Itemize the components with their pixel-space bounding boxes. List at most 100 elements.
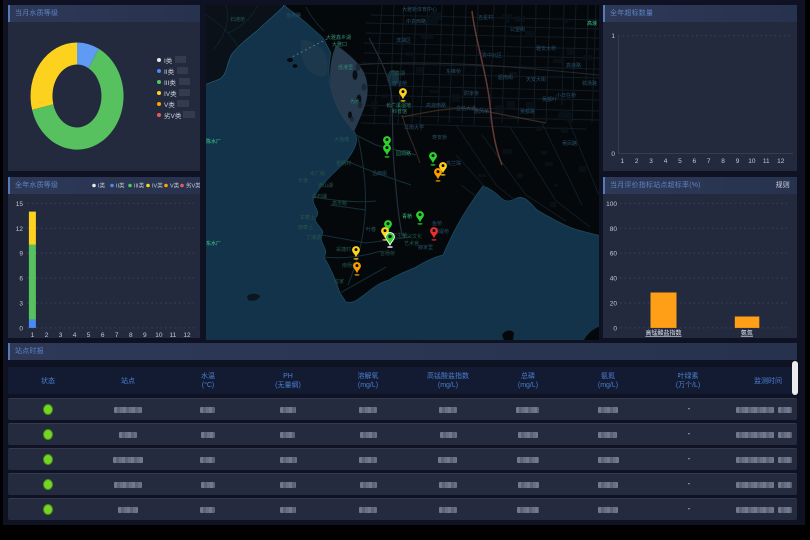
svg-text:超南街: 超南街	[498, 74, 513, 81]
svg-text:V类: V类	[170, 182, 180, 190]
svg-text:科普馆: 科普馆	[392, 108, 407, 115]
svg-text:滨湖区: 滨湖区	[396, 37, 411, 44]
svg-text:水厂峪: 水厂峪	[310, 170, 325, 177]
svg-text:7: 7	[115, 332, 119, 338]
svg-text:白石磯: 白石磯	[312, 193, 327, 200]
svg-text:中袁西路: 中袁西路	[406, 18, 426, 25]
svg-text:IV类: IV类	[164, 89, 177, 98]
svg-text:重杨村: 重杨村	[336, 160, 351, 167]
svg-text:高市略: 高市略	[332, 200, 347, 207]
svg-text:小日在桥: 小日在桥	[556, 92, 576, 99]
svg-text:I类: I类	[98, 182, 106, 190]
svg-text:80: 80	[610, 226, 618, 233]
svg-text:V类: V类	[164, 100, 175, 109]
svg-text:0: 0	[19, 326, 23, 333]
svg-text:12: 12	[183, 332, 191, 338]
svg-text:大渔: 大渔	[298, 177, 308, 184]
svg-text:袁中北区: 袁中北区	[482, 52, 502, 59]
svg-text:石滩桥: 石滩桥	[230, 16, 245, 23]
svg-text:园润路: 园润路	[396, 150, 411, 157]
svg-text:高浪西路: 高浪西路	[426, 102, 446, 109]
svg-text:南泰上: 南泰上	[298, 224, 313, 231]
svg-text:11: 11	[170, 332, 177, 338]
svg-text:6: 6	[19, 276, 23, 283]
svg-text:劣V类: 劣V类	[164, 111, 182, 120]
svg-text:9: 9	[19, 251, 23, 258]
svg-text:劣V类: 劣V类	[186, 182, 200, 190]
svg-text:5: 5	[678, 158, 682, 165]
svg-text:III类: III类	[134, 182, 145, 190]
svg-text:立信大道: 立信大道	[456, 105, 476, 112]
svg-text:60: 60	[610, 251, 618, 258]
svg-text:吉杨桥: 吉杨桥	[380, 250, 395, 257]
svg-text:2: 2	[635, 158, 639, 165]
svg-text:IV类: IV类	[152, 182, 163, 190]
svg-text:大渔塘: 大渔塘	[334, 136, 349, 143]
svg-text:青桥: 青桥	[402, 213, 412, 220]
svg-text:11: 11	[763, 158, 770, 165]
svg-text:高锰酸盐指数: 高锰酸盐指数	[645, 329, 681, 337]
svg-text:渔港路: 渔港路	[286, 12, 301, 19]
svg-text:低港里: 低港里	[338, 64, 353, 71]
svg-text:江南大学: 江南大学	[404, 124, 424, 131]
svg-text:艺术宫: 艺术宫	[404, 240, 419, 247]
svg-text:尉家亲: 尉家亲	[464, 90, 479, 97]
svg-text:12: 12	[777, 158, 785, 165]
svg-text:吴都路: 吴都路	[520, 108, 535, 115]
svg-text:高兰珠: 高兰珠	[446, 160, 461, 167]
svg-text:东水厂: 东水厂	[206, 240, 221, 247]
svg-text:长广溪湿地: 长广溪湿地	[386, 102, 411, 109]
svg-text:7: 7	[707, 158, 711, 165]
svg-text:40: 40	[610, 276, 618, 283]
svg-text:叶春: 叶春	[366, 226, 376, 233]
svg-text:0: 0	[611, 151, 615, 158]
svg-text:8: 8	[129, 332, 133, 338]
svg-text:2: 2	[45, 332, 49, 338]
svg-text:采捷村: 采捷村	[336, 246, 351, 253]
svg-text:6: 6	[692, 158, 696, 165]
svg-text:1: 1	[620, 158, 624, 165]
svg-text:20: 20	[610, 301, 618, 308]
svg-text:为水: 为水	[350, 98, 360, 105]
svg-text:100: 100	[606, 201, 617, 208]
svg-text:乌鑫湖: 乌鑫湖	[390, 70, 405, 77]
svg-text:沿西街: 沿西街	[372, 170, 387, 177]
svg-text:15: 15	[16, 201, 24, 208]
svg-text:沈家: 沈家	[334, 278, 344, 285]
svg-text:大雅新体育中心: 大雅新体育中心	[402, 6, 437, 13]
svg-text:高浪路: 高浪路	[566, 62, 581, 69]
svg-text:10: 10	[155, 332, 163, 338]
svg-text:五星村: 五星村	[478, 14, 493, 21]
svg-text:II类: II类	[164, 67, 175, 76]
svg-text:吴凤路: 吴凤路	[562, 140, 577, 147]
svg-text:守信桥: 守信桥	[392, 80, 407, 87]
svg-text:4: 4	[664, 158, 668, 165]
svg-text:惠风桥: 惠风桥	[474, 108, 489, 115]
svg-text:8: 8	[721, 158, 725, 165]
svg-text:吴都叶: 吴都叶	[542, 96, 557, 103]
svg-text:赤山湖: 赤山湖	[318, 182, 333, 189]
svg-text:III类: III类	[164, 78, 176, 87]
svg-text:10: 10	[748, 158, 756, 165]
svg-text:寿安桥: 寿安桥	[432, 134, 447, 141]
svg-text:9: 9	[736, 158, 740, 165]
svg-text:薛家里: 薛家里	[418, 244, 433, 251]
svg-text:3: 3	[649, 158, 653, 165]
svg-text:东泰上: 东泰上	[300, 214, 315, 221]
svg-text:高浪: 高浪	[587, 20, 597, 27]
svg-text:4: 4	[73, 332, 77, 338]
svg-text:I类: I类	[164, 56, 173, 65]
svg-text:丁浦道: 丁浦道	[306, 234, 321, 241]
svg-text:II类: II类	[116, 182, 125, 190]
svg-text:9: 9	[143, 332, 147, 338]
svg-text:东维桥: 东维桥	[446, 68, 461, 75]
svg-text:宋兴文化: 宋兴文化	[402, 233, 422, 240]
svg-text:0: 0	[613, 326, 617, 333]
svg-text:6: 6	[101, 332, 105, 338]
svg-text:杭场路: 杭场路	[582, 80, 597, 87]
svg-text:1: 1	[611, 33, 615, 40]
svg-text:陈水厂: 陈水厂	[206, 138, 221, 145]
svg-text:3: 3	[59, 332, 63, 338]
svg-text:12: 12	[16, 226, 24, 233]
svg-text:天安大街: 天安大街	[526, 76, 546, 83]
